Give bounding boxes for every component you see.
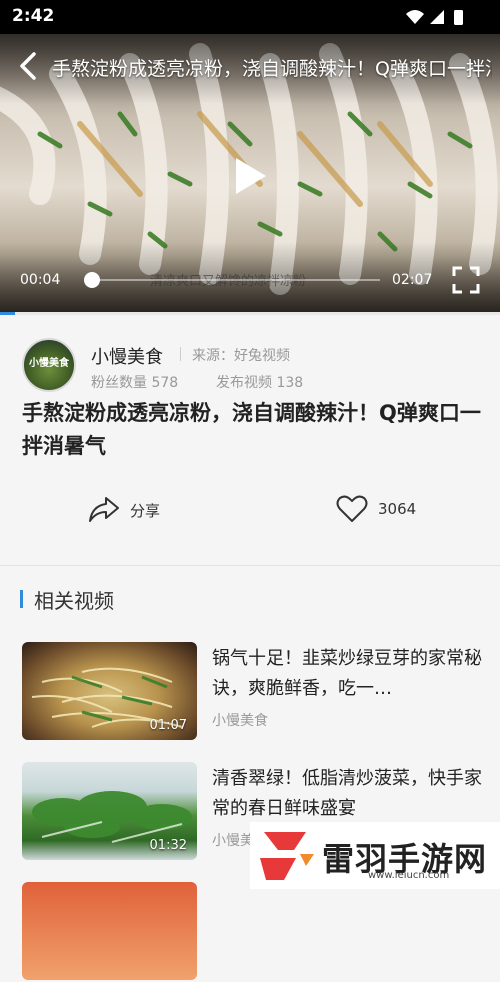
status-icons: [406, 10, 463, 25]
video-player[interactable]: 手熬淀粉成透亮凉粉，浇自调酸辣汁！Q弹爽口一拌消暑气 清凉爽口又解馋的凉拌凉粉 …: [0, 34, 500, 312]
play-icon[interactable]: [230, 154, 270, 198]
related-title[interactable]: 锅气十足！韭菜炒绿豆芽的家常秘诀，爽脆鲜香，吃一…: [212, 644, 482, 704]
section-divider: [0, 565, 500, 566]
fans-count: 粉丝数量 578: [91, 375, 179, 391]
related-author: 小慢美食: [212, 713, 268, 729]
signal-icon: [430, 10, 444, 24]
like-button[interactable]: 3064: [336, 493, 436, 527]
watermark-logo-icon: [260, 832, 314, 880]
source-label: 来源：好兔视频: [192, 348, 290, 364]
section-accent-bar: [20, 590, 23, 608]
video-info: 小慢美食 小慢美食 来源：好兔视频 粉丝数量 578 发布视频 138 手熬淀粉…: [0, 315, 500, 565]
divider: [180, 347, 181, 361]
related-title[interactable]: 清香翠绿！低脂清炒菠菜，快手家常的春日鲜味盛宴: [212, 764, 482, 824]
seek-bar[interactable]: [92, 279, 380, 281]
wifi-icon: [406, 10, 424, 24]
seek-thumb[interactable]: [84, 272, 100, 288]
video-count: 发布视频 138: [216, 375, 304, 391]
video-thumbnail[interactable]: [22, 882, 197, 980]
share-icon: [89, 497, 119, 522]
list-item[interactable]: 01:07 锅气十足！韭菜炒绿豆芽的家常秘诀，爽脆鲜香，吃一… 小慢美食: [22, 642, 482, 742]
status-time: 2:42: [12, 6, 55, 26]
video-thumbnail[interactable]: 01:07: [22, 642, 197, 740]
author-name[interactable]: 小慢美食: [91, 343, 163, 369]
duration: 02:07: [392, 272, 433, 288]
share-label: 分享: [130, 502, 161, 520]
page-title: 手熬淀粉成透亮凉粉，浇自调酸辣汁！Q弹爽口一拌消暑气: [22, 401, 481, 458]
current-time: 00:04: [20, 272, 61, 288]
video-title: 手熬淀粉成透亮凉粉，浇自调酸辣汁！Q弹爽口一拌消暑气: [52, 58, 492, 80]
watermark-url: www.leiucn.com: [368, 870, 450, 881]
back-icon[interactable]: [14, 50, 44, 82]
avatar-logo-text: 小慢美食: [29, 358, 69, 369]
avatar[interactable]: 小慢美食: [22, 338, 76, 392]
like-count: 3064: [378, 500, 417, 518]
video-thumbnail[interactable]: 01:32: [22, 762, 197, 860]
video-duration: 01:32: [149, 838, 187, 853]
share-button[interactable]: 分享: [88, 493, 178, 527]
related-heading: 相关视频: [34, 589, 114, 613]
heart-icon: [336, 495, 368, 522]
watermark: 雷羽手游网 www.leiucn.com: [250, 822, 500, 889]
video-duration: 01:07: [149, 718, 187, 733]
status-bar: 2:42: [0, 0, 500, 34]
fullscreen-icon[interactable]: [452, 266, 480, 294]
list-item[interactable]: [22, 882, 482, 982]
battery-icon: [454, 10, 463, 25]
